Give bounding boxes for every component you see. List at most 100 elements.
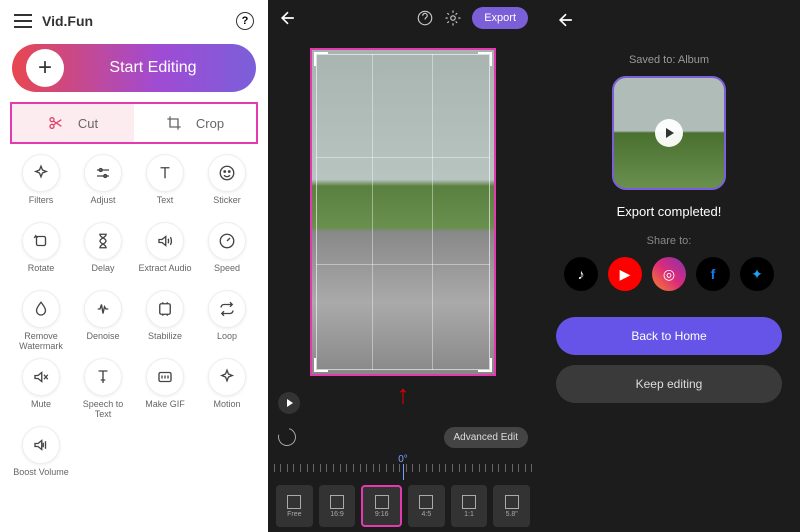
tool-drop[interactable]: Remove Watermark	[12, 290, 70, 352]
format-label: 9:16	[375, 511, 389, 518]
tool-audio[interactable]: Extract Audio	[136, 222, 194, 284]
format-45[interactable]: 4:5	[408, 485, 445, 527]
tool-mute[interactable]: Mute	[12, 358, 70, 420]
play-button[interactable]	[278, 392, 300, 414]
tool-label: Rotate	[28, 264, 55, 284]
share-tiktok[interactable]: ♪	[564, 257, 598, 291]
menu-icon[interactable]	[14, 14, 32, 28]
tab-cut[interactable]: Cut	[12, 104, 134, 142]
export-button[interactable]: Export	[472, 7, 528, 29]
keep-editing-button[interactable]: Keep editing	[556, 365, 782, 403]
aspect-icon	[419, 495, 433, 509]
arrow-indicator: ↑	[397, 379, 410, 410]
aspect-formats: Free 16:9 9:16 4:5 1:1 5.8"	[268, 480, 538, 532]
tool-label: Speech to Text	[74, 400, 132, 420]
crop-handle-br[interactable]	[478, 358, 492, 372]
tool-rotate[interactable]: Rotate	[12, 222, 70, 284]
tool-denoise[interactable]: Denoise	[74, 290, 132, 352]
mode-tabs: Cut Crop	[10, 102, 258, 144]
editor-topbar: Export	[268, 0, 538, 36]
tool-label: Text	[157, 196, 174, 216]
format-58[interactable]: 5.8"	[493, 485, 530, 527]
panel1-header: Vid.Fun ?	[8, 8, 260, 34]
help-icon[interactable]: ?	[236, 12, 254, 30]
tool-boost[interactable]: Boost Volume	[12, 426, 70, 488]
aspect-icon	[330, 495, 344, 509]
tool-label: Remove Watermark	[12, 332, 70, 352]
preview-area: ↑	[268, 36, 538, 388]
share-facebook[interactable]: f	[696, 257, 730, 291]
tool-stabilize[interactable]: Stabilize	[136, 290, 194, 352]
tool-sparkle[interactable]: Filters	[12, 154, 70, 216]
drop-icon	[22, 290, 60, 328]
denoise-icon	[84, 290, 122, 328]
share-label: Share to:	[647, 235, 692, 247]
tools-grid: Filters Adjust Text Sticker Rotate Delay Extra…	[8, 154, 260, 488]
tool-smile[interactable]: Sticker	[198, 154, 256, 216]
tab-cut-label: Cut	[78, 116, 98, 131]
tool-label: Boost Volume	[13, 468, 69, 488]
format-916[interactable]: 9:16	[361, 485, 402, 527]
crop-handle-tl[interactable]	[314, 52, 328, 66]
settings-icon[interactable]	[444, 9, 462, 27]
start-editing-button[interactable]: + Start Editing	[12, 44, 256, 92]
crop-frame[interactable]: ↑	[310, 48, 496, 376]
tool-loop[interactable]: Loop	[198, 290, 256, 352]
crop-handle-tr[interactable]	[478, 52, 492, 66]
format-label: 1:1	[464, 511, 474, 518]
back-icon[interactable]	[278, 8, 298, 28]
crop-icon	[166, 115, 182, 131]
format-169[interactable]: 16:9	[319, 485, 356, 527]
help-icon[interactable]	[416, 9, 434, 27]
format-label: 16:9	[330, 511, 344, 518]
tools-panel: Vid.Fun ? + Start Editing Cut Crop Filte…	[0, 0, 268, 532]
tool-gif[interactable]: Make GIF	[136, 358, 194, 420]
sliders-icon	[84, 154, 122, 192]
tool-hourglass[interactable]: Delay	[74, 222, 132, 284]
tool-label: Filters	[29, 196, 54, 216]
undo-icon[interactable]	[275, 425, 300, 450]
tool-sliders[interactable]: Adjust	[74, 154, 132, 216]
format-label: Free	[287, 511, 301, 518]
tab-crop-label: Crop	[196, 116, 224, 131]
tool-speech[interactable]: Speech to Text	[74, 358, 132, 420]
tab-crop[interactable]: Crop	[134, 104, 256, 142]
tool-label: Stabilize	[148, 332, 182, 352]
share-instagram[interactable]: ◎	[652, 257, 686, 291]
mute-icon	[22, 358, 60, 396]
back-to-home-button[interactable]: Back to Home	[556, 317, 782, 355]
format-11[interactable]: 1:1	[451, 485, 488, 527]
tool-label: Adjust	[90, 196, 115, 216]
gif-icon	[146, 358, 184, 396]
tool-label: Denoise	[86, 332, 119, 352]
loop-icon	[208, 290, 246, 328]
editor-panel: Export ↑ Advanced Edit 0° Free 16:9 9:16 4:…	[268, 0, 538, 532]
start-label: Start Editing	[64, 59, 242, 77]
share-youtube[interactable]: ▶	[608, 257, 642, 291]
tool-label: Sticker	[213, 196, 241, 216]
format-label: 5.8"	[506, 511, 518, 518]
scissors-icon	[48, 115, 64, 131]
tool-label: Loop	[217, 332, 237, 352]
tool-motion[interactable]: Motion	[198, 358, 256, 420]
tool-speed[interactable]: Speed	[198, 222, 256, 284]
format-label: 4:5	[421, 511, 431, 518]
format-Free[interactable]: Free	[276, 485, 313, 527]
tool-text[interactable]: Text	[136, 154, 194, 216]
crop-handle-bl[interactable]	[314, 358, 328, 372]
app-brand: Vid.Fun	[42, 13, 93, 29]
advanced-edit-button[interactable]: Advanced Edit	[444, 427, 529, 448]
tool-label: Motion	[213, 400, 240, 420]
rotate-icon	[22, 222, 60, 260]
play-icon	[655, 119, 683, 147]
smile-icon	[208, 154, 246, 192]
share-twitter[interactable]: ✦	[740, 257, 774, 291]
tool-label: Speed	[214, 264, 240, 284]
text-icon	[146, 154, 184, 192]
back-icon[interactable]	[556, 10, 576, 30]
plus-icon: +	[26, 49, 64, 87]
tool-label: Delay	[91, 264, 114, 284]
rotation-ruler[interactable]: 0°	[268, 456, 538, 480]
boost-icon	[22, 426, 60, 464]
export-thumbnail[interactable]	[612, 76, 726, 190]
